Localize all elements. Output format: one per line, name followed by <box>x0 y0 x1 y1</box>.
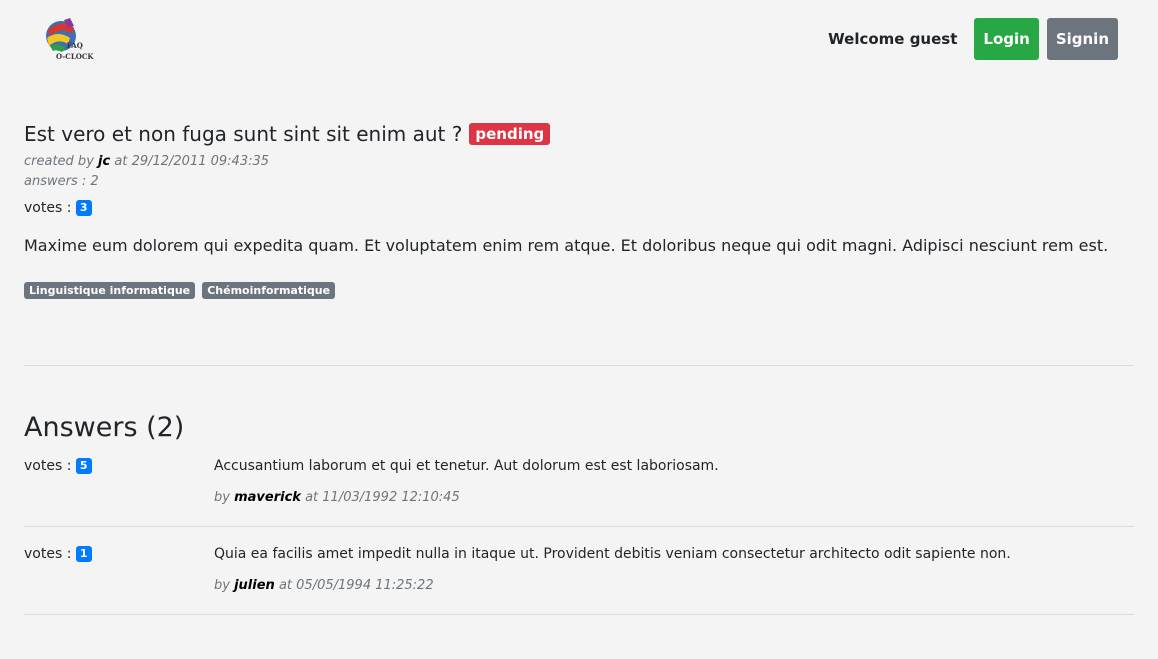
answer-body: Quia ea facilis amet impedit nulla in it… <box>214 546 1011 562</box>
vote-count-badge: 3 <box>75 200 92 216</box>
nav-bar: Welcome guest Login Signin <box>828 18 1118 60</box>
answer-item: votes : 1 Quia ea facilis amet impedit n… <box>24 546 1134 614</box>
by-prefix: by <box>214 578 230 593</box>
at-prefix: at <box>305 490 319 505</box>
answer-votes: votes : 5 <box>24 458 92 474</box>
header: FAQ O-CLOCK Welcome guest Login Signin <box>0 0 1158 100</box>
by-prefix: by <box>214 490 230 505</box>
divider <box>24 365 1134 366</box>
signin-button[interactable]: Signin <box>1046 18 1118 60</box>
answer-date: 05/05/1994 11:25:22 <box>296 578 434 593</box>
vote-count-badge: 1 <box>75 546 92 562</box>
status-badge: pending <box>469 123 551 145</box>
votes-label: votes : <box>24 458 72 474</box>
answer-meta: by julien at 05/05/1994 11:25:22 <box>214 578 434 593</box>
votes-label: votes : <box>24 200 72 216</box>
answer-date: 11/03/1992 12:10:45 <box>322 490 460 505</box>
question-votes: votes : 3 <box>24 200 1134 216</box>
logo-text-line1: FAQ <box>66 41 83 50</box>
logo-text-line2: O-CLOCK <box>56 52 94 61</box>
question-body: Maxime eum dolorem qui expedita quam. Et… <box>24 236 1109 255</box>
answers-heading: Answers (2) <box>24 412 185 443</box>
logo-text: FAQ O-CLOCK <box>56 40 94 62</box>
answers-count: answers : 2 <box>24 174 99 189</box>
answer-item: votes : 5 Accusantium laborum et qui et … <box>24 458 1134 526</box>
tag-badge[interactable]: Chémoinformatique <box>202 282 336 299</box>
login-button[interactable]: Login <box>974 18 1039 60</box>
answer-body: Accusantium laborum et qui et tenetur. A… <box>214 458 719 474</box>
question-title-row: Est vero et non fuga sunt sint sit enim … <box>24 122 1134 146</box>
vote-count-badge: 5 <box>75 458 92 474</box>
at-prefix: at <box>278 578 293 593</box>
question-meta: created by jc at 29/12/2011 09:43:35 ans… <box>24 152 1134 192</box>
created-prefix: created by <box>24 154 94 169</box>
at-prefix: at <box>114 154 128 169</box>
welcome-text: Welcome guest <box>828 30 958 48</box>
question-title: Est vero et non fuga sunt sint sit enim … <box>24 122 463 146</box>
answer-meta: by maverick at 11/03/1992 12:10:45 <box>214 490 460 505</box>
divider <box>24 614 1134 615</box>
answer-author-link[interactable]: julien <box>234 578 275 593</box>
tag-badge[interactable]: Linguistique informatique <box>24 282 196 299</box>
question-created-line: created by jc at 29/12/2011 09:43:35 <box>24 152 1134 172</box>
answer-votes: votes : 1 <box>24 546 92 562</box>
divider <box>24 526 1134 527</box>
question-author-link[interactable]: jc <box>98 154 110 169</box>
votes-label: votes : <box>24 546 72 562</box>
question-block: Est vero et non fuga sunt sint sit enim … <box>24 122 1134 299</box>
question-date: 29/12/2011 09:43:35 <box>131 154 270 169</box>
answer-author-link[interactable]: maverick <box>234 490 301 505</box>
tag-list: Linguistique informatique Chémoinformati… <box>24 279 1134 299</box>
